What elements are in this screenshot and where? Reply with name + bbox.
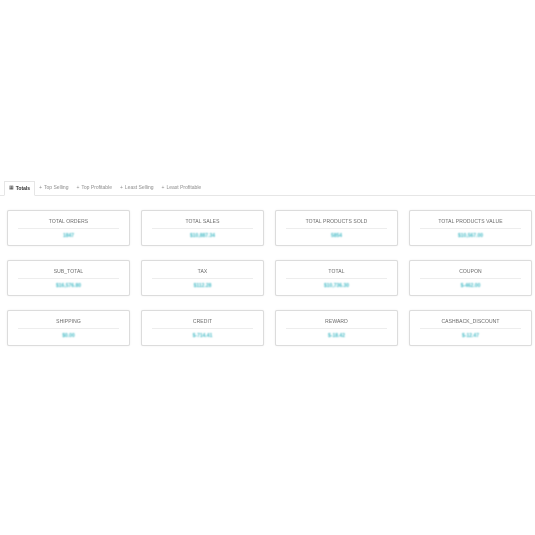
stat-value: 1847 bbox=[62, 233, 75, 239]
tab-label: Top Selling bbox=[44, 185, 69, 191]
tab-least-profitable[interactable]: + Least Profitable bbox=[158, 181, 206, 195]
stat-value: $-12.47 bbox=[462, 333, 479, 339]
stat-card-tax: TAX $112.28 bbox=[141, 260, 264, 296]
plus-icon: + bbox=[119, 184, 123, 191]
tab-least-selling[interactable]: + Least Selling bbox=[116, 181, 158, 195]
tab-top-selling[interactable]: + Top Selling bbox=[35, 181, 72, 195]
divider bbox=[286, 328, 387, 329]
plus-icon: + bbox=[161, 184, 165, 191]
stat-card-coupon: COUPON $-462.00 bbox=[409, 260, 532, 296]
stat-value: $10,567.00 bbox=[457, 233, 484, 239]
stat-title: TOTAL SALES bbox=[185, 219, 220, 225]
stat-title: TOTAL PRODUCTS VALUE bbox=[438, 219, 503, 225]
stat-value: $10,736.30 bbox=[323, 283, 350, 289]
stat-card-total-products-value: TOTAL PRODUCTS VALUE $10,567.00 bbox=[409, 210, 532, 246]
plus-icon: + bbox=[76, 184, 80, 191]
totals-grid: TOTAL ORDERS 1847 TOTAL SALES $10,887.34… bbox=[7, 210, 532, 346]
divider bbox=[152, 278, 253, 279]
stat-value: $-462.00 bbox=[460, 283, 481, 289]
stat-value: 5854 bbox=[330, 233, 343, 239]
divider bbox=[152, 228, 253, 229]
stat-card-total-products-sold: TOTAL PRODUCTS SOLD 5854 bbox=[275, 210, 398, 246]
plus-icon: + bbox=[39, 184, 43, 191]
divider bbox=[286, 228, 387, 229]
stat-card-total-orders: TOTAL ORDERS 1847 bbox=[7, 210, 130, 246]
stat-value: $10,887.34 bbox=[189, 233, 216, 239]
report-page: ▦ Totals + Top Selling + Top Profitable … bbox=[0, 0, 535, 535]
stat-title: SHIPPING bbox=[56, 319, 81, 325]
stat-card-reward: REWARD $-18.42 bbox=[275, 310, 398, 346]
stat-value: $16,576.80 bbox=[55, 283, 82, 289]
tab-label: Least Profitable bbox=[166, 185, 202, 191]
stat-title: TOTAL ORDERS bbox=[48, 219, 89, 225]
stat-title: COUPON bbox=[459, 269, 482, 275]
stat-title: SUB_TOTAL bbox=[53, 269, 84, 275]
divider bbox=[420, 228, 521, 229]
tab-label: Top Profitable bbox=[81, 185, 112, 191]
divider bbox=[18, 328, 119, 329]
stat-title: CREDIT bbox=[192, 319, 213, 325]
stat-value: $0.00 bbox=[62, 333, 75, 339]
stat-title: CASHBACK_DISCOUNT bbox=[441, 319, 500, 325]
stat-value: $-714.41 bbox=[192, 333, 213, 339]
divider bbox=[152, 328, 253, 329]
stat-value: $112.28 bbox=[193, 283, 212, 289]
tab-label: Least Selling bbox=[124, 185, 154, 191]
stat-card-credit: CREDIT $-714.41 bbox=[141, 310, 264, 346]
table-icon: ▦ bbox=[9, 185, 14, 191]
divider bbox=[286, 278, 387, 279]
tab-top-profitable[interactable]: + Top Profitable bbox=[72, 181, 116, 195]
stat-card-shipping: SHIPPING $0.00 bbox=[7, 310, 130, 346]
stat-title: TOTAL bbox=[328, 269, 345, 275]
report-tabs: ▦ Totals + Top Selling + Top Profitable … bbox=[0, 181, 535, 196]
stat-card-total-sales: TOTAL SALES $10,887.34 bbox=[141, 210, 264, 246]
stat-card-sub-total: SUB_TOTAL $16,576.80 bbox=[7, 260, 130, 296]
stat-title: TOTAL PRODUCTS SOLD bbox=[305, 219, 368, 225]
divider bbox=[420, 328, 521, 329]
stat-title: REWARD bbox=[325, 319, 348, 325]
stat-title: TAX bbox=[197, 269, 208, 275]
tab-label: Totals bbox=[15, 185, 31, 192]
divider bbox=[18, 278, 119, 279]
tab-totals[interactable]: ▦ Totals bbox=[4, 181, 36, 196]
stat-card-cashback-discount: CASHBACK_DISCOUNT $-12.47 bbox=[409, 310, 532, 346]
stat-value: $-18.42 bbox=[328, 333, 345, 339]
divider bbox=[18, 228, 119, 229]
stat-card-total: TOTAL $10,736.30 bbox=[275, 260, 398, 296]
divider bbox=[420, 278, 521, 279]
